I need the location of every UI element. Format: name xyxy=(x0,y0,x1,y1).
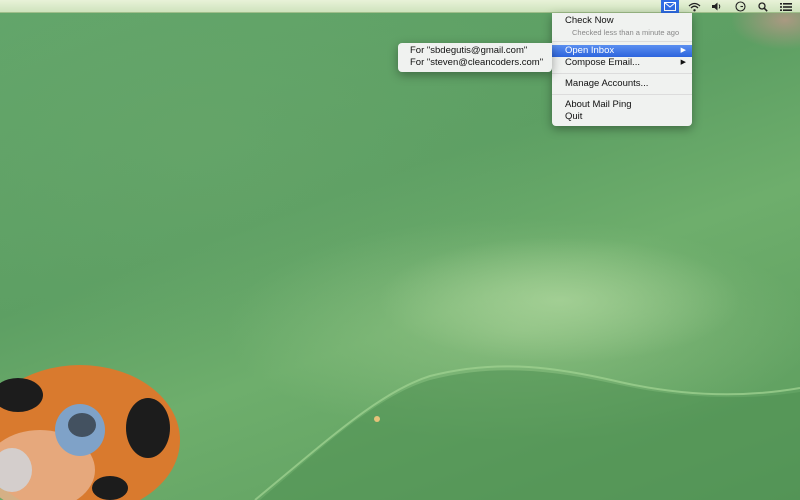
desktop: Check Now Checked less than a minute ago… xyxy=(0,0,800,500)
compose-email-item[interactable]: Compose Email... ▶ xyxy=(552,57,692,69)
menu-separator xyxy=(552,73,692,74)
inbox-account-item[interactable]: For "steven@cleancoders.com" xyxy=(398,57,552,69)
list-icon[interactable] xyxy=(778,0,794,13)
volume-icon[interactable] xyxy=(709,0,725,13)
menu-separator xyxy=(552,41,692,42)
manage-accounts-item[interactable]: Manage Accounts... xyxy=(552,78,692,90)
open-inbox-label: Open Inbox xyxy=(565,45,615,56)
submenu-arrow-icon: ▶ xyxy=(680,59,686,66)
check-now-item[interactable]: Check Now xyxy=(552,15,692,27)
wifi-icon[interactable] xyxy=(686,0,702,13)
inbox-account-item[interactable]: For "sbdegutis@gmail.com" xyxy=(398,45,552,57)
about-item[interactable]: About Mail Ping xyxy=(552,99,692,111)
open-inbox-item[interactable]: Open Inbox ▶ xyxy=(552,45,692,57)
open-inbox-submenu: For "sbdegutis@gmail.com" For "steven@cl… xyxy=(398,43,552,72)
time-machine-icon[interactable] xyxy=(732,0,748,13)
check-status-text: Checked less than a minute ago xyxy=(572,28,680,37)
ladybug xyxy=(0,365,180,500)
compose-email-label: Compose Email... xyxy=(565,57,640,68)
submenu-arrow-icon: ▶ xyxy=(680,47,686,54)
menu-bar-status-icons xyxy=(661,0,794,13)
menu-separator xyxy=(552,94,692,95)
quit-item[interactable]: Quit xyxy=(552,111,692,123)
mail-ping-menu: Check Now Checked less than a minute ago… xyxy=(552,13,692,126)
menu-bar xyxy=(0,0,800,13)
mail-icon[interactable] xyxy=(661,0,679,13)
spotlight-icon[interactable] xyxy=(755,0,771,13)
